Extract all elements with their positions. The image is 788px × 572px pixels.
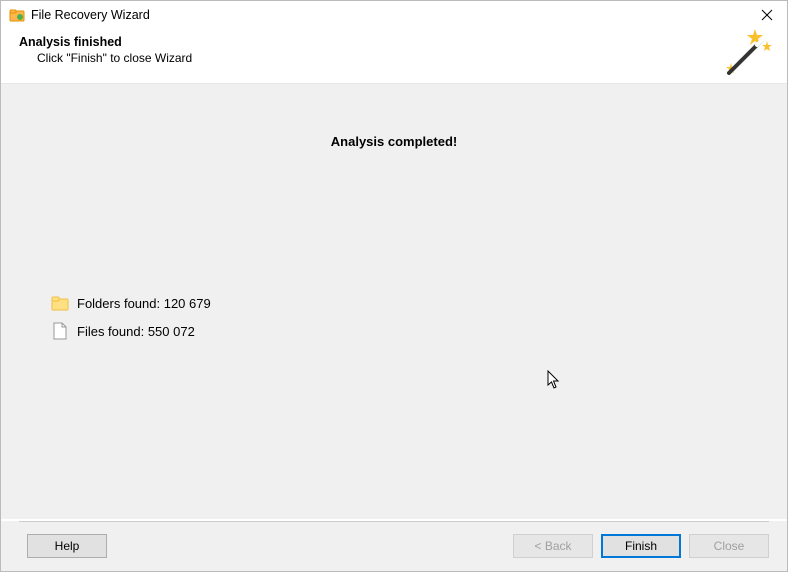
analysis-completed-message: Analysis completed!: [1, 134, 787, 149]
wizard-header: Analysis finished Click "Finish" to clos…: [1, 29, 787, 83]
help-button[interactable]: Help: [27, 534, 107, 558]
folders-found-label: Folders found: 120 679: [77, 296, 211, 311]
mouse-cursor-icon: [547, 370, 561, 390]
close-icon: [761, 9, 773, 21]
header-subtitle: Click "Finish" to close Wizard: [19, 51, 769, 65]
results-list: Folders found: 120 679 Files found: 550 …: [51, 294, 211, 350]
header-heading: Analysis finished: [19, 35, 769, 49]
window-close-button[interactable]: [753, 5, 781, 25]
files-found-row: Files found: 550 072: [51, 322, 211, 340]
finish-button[interactable]: Finish: [601, 534, 681, 558]
back-button: < Back: [513, 534, 593, 558]
files-found-label: Files found: 550 072: [77, 324, 195, 339]
wizard-wand-icon: [719, 27, 775, 83]
titlebar: File Recovery Wizard: [1, 1, 787, 29]
close-button: Close: [689, 534, 769, 558]
file-icon: [51, 322, 69, 340]
folders-found-row: Folders found: 120 679: [51, 294, 211, 312]
footer-divider: [19, 521, 769, 522]
wizard-footer: Help < Back Finish Close: [1, 521, 787, 571]
app-icon: [9, 7, 25, 23]
wizard-content: Analysis completed! Folders found: 120 6…: [1, 83, 787, 519]
window-title: File Recovery Wizard: [31, 8, 150, 22]
folder-icon: [51, 294, 69, 312]
